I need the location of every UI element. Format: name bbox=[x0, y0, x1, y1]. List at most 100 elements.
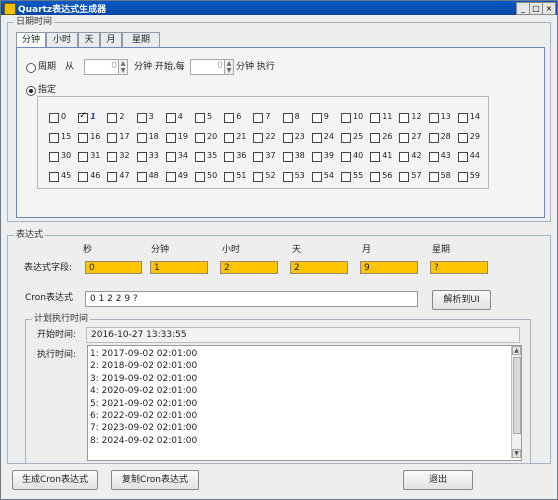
minute-checkbox[interactable] bbox=[341, 113, 351, 123]
minute-checkbox[interactable] bbox=[399, 132, 410, 143]
second-field[interactable]: 0 bbox=[85, 261, 142, 274]
minute-checkbox[interactable] bbox=[253, 132, 264, 143]
tab-day[interactable]: 天 bbox=[78, 32, 100, 47]
exec-time-list[interactable]: 1: 2017-09-02 02:01:00 2: 2018-09-02 02:… bbox=[87, 345, 522, 461]
period-every-spinner[interactable]: 0 ▲ ▼ bbox=[190, 59, 234, 75]
minute-checkbox[interactable] bbox=[49, 152, 59, 163]
minute-checkbox[interactable] bbox=[107, 171, 118, 182]
minute-checkbox[interactable] bbox=[282, 132, 293, 143]
spinner-arrows-icon[interactable]: ▲ ▼ bbox=[224, 60, 233, 74]
minute-checkbox[interactable] bbox=[399, 113, 410, 123]
minute-checkbox[interactable] bbox=[311, 171, 322, 182]
minute-checkbox-label: 56 bbox=[382, 170, 393, 180]
minute-checkbox[interactable] bbox=[341, 171, 351, 182]
exec-list-scrollbar[interactable]: ▲ ▼ bbox=[511, 346, 521, 458]
minute-checkbox[interactable] bbox=[49, 132, 59, 143]
minute-checkbox[interactable] bbox=[428, 132, 439, 143]
minute-checkbox[interactable] bbox=[136, 113, 147, 123]
minute-checkbox[interactable] bbox=[136, 171, 147, 182]
scroll-up-icon[interactable]: ▲ bbox=[512, 346, 521, 355]
minute-checkbox[interactable] bbox=[107, 113, 118, 123]
hour-field[interactable]: 2 bbox=[220, 261, 278, 274]
generate-cron-button[interactable]: 生成Cron表达式 bbox=[12, 470, 98, 490]
minute-checkbox-label: 57 bbox=[411, 170, 422, 180]
minute-checkbox[interactable] bbox=[311, 132, 322, 143]
cron-expression-input[interactable]: 0 1 2 2 9 ? bbox=[85, 291, 418, 307]
minute-checkbox[interactable] bbox=[165, 171, 176, 182]
minute-checkbox[interactable] bbox=[49, 113, 59, 123]
minute-checkbox[interactable] bbox=[370, 132, 381, 143]
minute-checkbox[interactable] bbox=[224, 152, 235, 163]
minute-checkbox[interactable] bbox=[224, 113, 235, 123]
minute-checkbox[interactable] bbox=[253, 171, 264, 182]
period-exec-label: 分钟 执行 bbox=[236, 62, 275, 72]
minute-checkbox[interactable] bbox=[311, 113, 322, 123]
minute-checkbox[interactable] bbox=[457, 132, 468, 143]
minute-checkbox[interactable] bbox=[78, 171, 89, 182]
minute-checkbox[interactable] bbox=[136, 152, 147, 163]
minute-checkbox[interactable] bbox=[428, 113, 439, 123]
period-radio[interactable] bbox=[26, 63, 36, 73]
minute-checkbox[interactable] bbox=[78, 111, 89, 123]
minute-checkbox[interactable] bbox=[457, 152, 468, 163]
minute-checkbox[interactable] bbox=[136, 132, 147, 143]
minute-checkbox-label: 27 bbox=[411, 131, 422, 141]
minute-checkbox[interactable] bbox=[341, 132, 351, 143]
minute-checkbox[interactable] bbox=[107, 152, 118, 163]
minute-checkbox[interactable] bbox=[457, 113, 468, 123]
minute-checkbox[interactable] bbox=[224, 132, 235, 143]
minute-checkbox[interactable] bbox=[428, 152, 439, 163]
minute-checkbox[interactable] bbox=[399, 152, 410, 163]
tab-month[interactable]: 月 bbox=[100, 32, 122, 47]
minute-checkbox[interactable] bbox=[195, 132, 205, 143]
title-bar[interactable]: Quartz表达式生成器 _ □ × bbox=[1, 1, 557, 15]
minute-checkbox[interactable] bbox=[195, 113, 205, 123]
close-button[interactable]: × bbox=[542, 2, 556, 15]
weekday-field[interactable]: ? bbox=[430, 261, 488, 274]
tab-weekday[interactable]: 星期 bbox=[122, 32, 160, 47]
minute-checkbox[interactable] bbox=[78, 132, 89, 143]
minute-checkbox[interactable] bbox=[428, 171, 439, 182]
minute-checkbox[interactable] bbox=[457, 171, 468, 182]
minute-checkbox[interactable] bbox=[370, 113, 381, 123]
month-field[interactable]: 9 bbox=[360, 261, 418, 274]
minute-checkbox[interactable] bbox=[224, 171, 235, 182]
minute-checkbox[interactable] bbox=[165, 113, 176, 123]
minute-checkbox[interactable] bbox=[399, 171, 410, 182]
minute-checkbox[interactable] bbox=[341, 152, 351, 163]
minute-checkbox[interactable] bbox=[78, 152, 89, 163]
minute-checkbox[interactable] bbox=[165, 132, 176, 143]
tab-hour[interactable]: 小时 bbox=[46, 32, 78, 47]
minute-checkbox[interactable] bbox=[195, 152, 205, 163]
specify-radio[interactable] bbox=[26, 86, 36, 96]
minute-field[interactable]: 1 bbox=[150, 261, 208, 274]
list-item: 8: 2024-09-02 02:01:00 bbox=[90, 435, 198, 446]
minute-checkbox[interactable] bbox=[370, 171, 381, 182]
minute-checkbox[interactable] bbox=[370, 152, 381, 163]
scroll-down-icon[interactable]: ▼ bbox=[512, 449, 521, 458]
minute-checkbox[interactable] bbox=[282, 152, 293, 163]
minute-checkbox[interactable] bbox=[49, 171, 59, 182]
day-field[interactable]: 2 bbox=[290, 261, 348, 274]
exit-button[interactable]: 退出 bbox=[403, 470, 473, 490]
minute-checkbox[interactable] bbox=[282, 171, 293, 182]
minute-checkbox[interactable] bbox=[311, 152, 322, 163]
minute-checkbox-label: 48 bbox=[148, 170, 159, 180]
minimize-button[interactable]: _ bbox=[516, 2, 530, 15]
minute-checkbox[interactable] bbox=[282, 113, 293, 123]
minute-checkbox-label: 50 bbox=[207, 170, 218, 180]
minute-checkbox-label: 24 bbox=[323, 131, 334, 141]
minute-checkbox-label: 19 bbox=[177, 131, 188, 141]
scroll-thumb[interactable] bbox=[513, 357, 521, 434]
maximize-button[interactable]: □ bbox=[529, 2, 543, 15]
tab-minute[interactable]: 分钟 bbox=[16, 32, 46, 48]
copy-cron-button[interactable]: 复制Cron表达式 bbox=[111, 470, 199, 490]
spinner-arrows-icon[interactable]: ▲ ▼ bbox=[118, 60, 127, 74]
period-from-spinner[interactable]: 0 ▲ ▼ bbox=[84, 59, 128, 75]
minute-checkbox[interactable] bbox=[107, 132, 118, 143]
minute-checkbox[interactable] bbox=[195, 171, 205, 182]
minute-checkbox[interactable] bbox=[165, 152, 176, 163]
parse-to-ui-button[interactable]: 解析到UI bbox=[432, 290, 491, 310]
minute-checkbox[interactable] bbox=[253, 113, 264, 123]
minute-checkbox[interactable] bbox=[253, 152, 264, 163]
